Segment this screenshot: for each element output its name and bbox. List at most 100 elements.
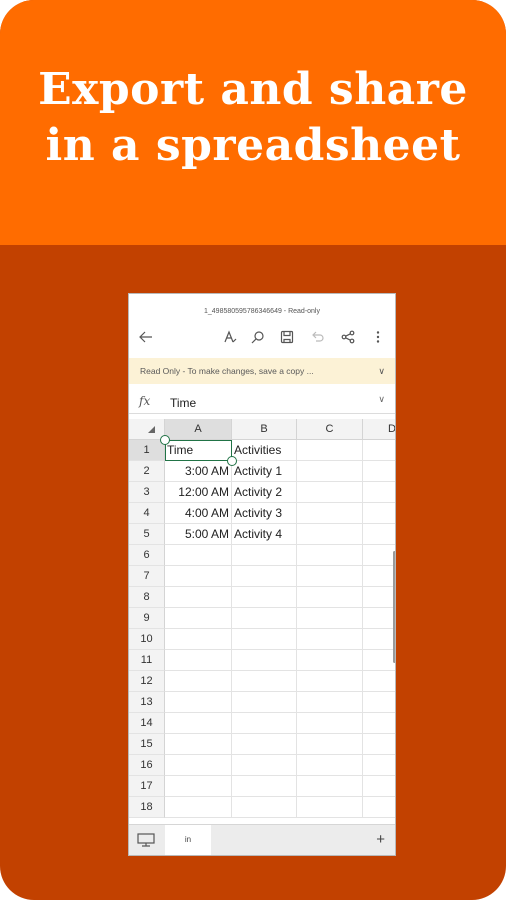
save-icon[interactable] <box>278 328 296 346</box>
function-icon[interactable]: fx <box>139 394 150 408</box>
cell-b[interactable] <box>232 671 297 692</box>
search-icon[interactable] <box>249 328 267 346</box>
formula-bar[interactable]: fx Time ∨ <box>129 391 395 414</box>
cell-b[interactable]: Activities <box>232 440 297 461</box>
cell-c[interactable] <box>297 797 363 818</box>
column-header-a[interactable]: A <box>165 419 232 440</box>
cell-b[interactable] <box>232 650 297 671</box>
cell-c[interactable] <box>297 503 363 524</box>
cell-c[interactable] <box>297 629 363 650</box>
row-header[interactable]: 4 <box>129 503 165 524</box>
cell-d[interactable] <box>363 776 395 797</box>
cell-b[interactable]: Activity 1 <box>232 461 297 482</box>
column-header-d[interactable]: D <box>363 419 395 440</box>
more-icon[interactable] <box>369 328 387 346</box>
row-header[interactable]: 2 <box>129 461 165 482</box>
formula-value[interactable]: Time <box>170 396 196 410</box>
row-header[interactable]: 11 <box>129 650 165 671</box>
row-header[interactable]: 13 <box>129 692 165 713</box>
cell-d[interactable] <box>363 692 395 713</box>
selection-handle-end[interactable] <box>227 456 237 466</box>
row-header[interactable]: 5 <box>129 524 165 545</box>
cell-b[interactable] <box>232 713 297 734</box>
cell-a[interactable]: 4:00 AM <box>165 503 232 524</box>
cell-c[interactable] <box>297 734 363 755</box>
chevron-down-icon[interactable]: ∨ <box>378 358 385 384</box>
monitor-icon[interactable] <box>137 833 155 852</box>
cell-a[interactable] <box>165 734 232 755</box>
cell-b[interactable]: Activity 2 <box>232 482 297 503</box>
cell-a[interactable] <box>165 755 232 776</box>
add-sheet-button[interactable]: + <box>376 831 385 848</box>
cell-a[interactable] <box>165 629 232 650</box>
cell-a[interactable] <box>165 545 232 566</box>
back-arrow-icon[interactable] <box>137 328 155 346</box>
cell-c[interactable] <box>297 755 363 776</box>
cell-a[interactable] <box>165 608 232 629</box>
cell-a[interactable]: 12:00 AM <box>165 482 232 503</box>
cell-a[interactable] <box>165 797 232 818</box>
sheet-tab[interactable]: in <box>165 825 211 855</box>
row-header[interactable]: 3 <box>129 482 165 503</box>
row-header[interactable]: 10 <box>129 629 165 650</box>
row-header[interactable]: 6 <box>129 545 165 566</box>
cell-d[interactable] <box>363 587 395 608</box>
cell-a[interactable]: Time <box>165 440 232 461</box>
cell-c[interactable] <box>297 545 363 566</box>
cell-b[interactable] <box>232 545 297 566</box>
share-icon[interactable] <box>339 328 357 346</box>
cell-a[interactable] <box>165 776 232 797</box>
cell-c[interactable] <box>297 440 363 461</box>
row-header[interactable]: 7 <box>129 566 165 587</box>
row-header[interactable]: 17 <box>129 776 165 797</box>
row-header[interactable]: 15 <box>129 734 165 755</box>
cell-a[interactable] <box>165 713 232 734</box>
cell-d[interactable] <box>363 482 395 503</box>
cell-b[interactable] <box>232 776 297 797</box>
row-header[interactable]: 9 <box>129 608 165 629</box>
cell-c[interactable] <box>297 566 363 587</box>
cell-d[interactable] <box>363 797 395 818</box>
column-header-b[interactable]: B <box>232 419 297 440</box>
cell-a[interactable] <box>165 566 232 587</box>
cell-c[interactable] <box>297 482 363 503</box>
cell-c[interactable] <box>297 461 363 482</box>
cell-c[interactable] <box>297 713 363 734</box>
cell-c[interactable] <box>297 524 363 545</box>
cell-d[interactable] <box>363 650 395 671</box>
cell-a[interactable] <box>165 587 232 608</box>
cell-d[interactable] <box>363 608 395 629</box>
cell-b[interactable] <box>232 734 297 755</box>
cell-b[interactable] <box>232 797 297 818</box>
cell-b[interactable] <box>232 755 297 776</box>
cell-d[interactable] <box>363 713 395 734</box>
cell-b[interactable]: Activity 4 <box>232 524 297 545</box>
vertical-scrollbar[interactable] <box>393 551 395 663</box>
cell-d[interactable] <box>363 734 395 755</box>
undo-icon[interactable] <box>309 328 327 346</box>
cell-a[interactable]: 5:00 AM <box>165 524 232 545</box>
row-header[interactable]: 1 <box>129 440 165 461</box>
cell-d[interactable] <box>363 671 395 692</box>
cell-c[interactable] <box>297 776 363 797</box>
cell-b[interactable] <box>232 629 297 650</box>
cell-c[interactable] <box>297 671 363 692</box>
cell-d[interactable] <box>363 461 395 482</box>
cell-a[interactable] <box>165 671 232 692</box>
cell-b[interactable] <box>232 692 297 713</box>
cell-b[interactable] <box>232 608 297 629</box>
cell-a[interactable]: 3:00 AM <box>165 461 232 482</box>
cell-d[interactable] <box>363 755 395 776</box>
cell-d[interactable] <box>363 503 395 524</box>
row-header[interactable]: 18 <box>129 797 165 818</box>
row-header[interactable]: 16 <box>129 755 165 776</box>
column-header-c[interactable]: C <box>297 419 363 440</box>
read-only-notice[interactable]: Read Only - To make changes, save a copy… <box>129 358 395 384</box>
cell-d[interactable] <box>363 524 395 545</box>
cell-c[interactable] <box>297 587 363 608</box>
cell-a[interactable] <box>165 650 232 671</box>
cell-b[interactable]: Activity 3 <box>232 503 297 524</box>
row-header[interactable]: 12 <box>129 671 165 692</box>
cell-d[interactable] <box>363 440 395 461</box>
row-header[interactable]: 8 <box>129 587 165 608</box>
